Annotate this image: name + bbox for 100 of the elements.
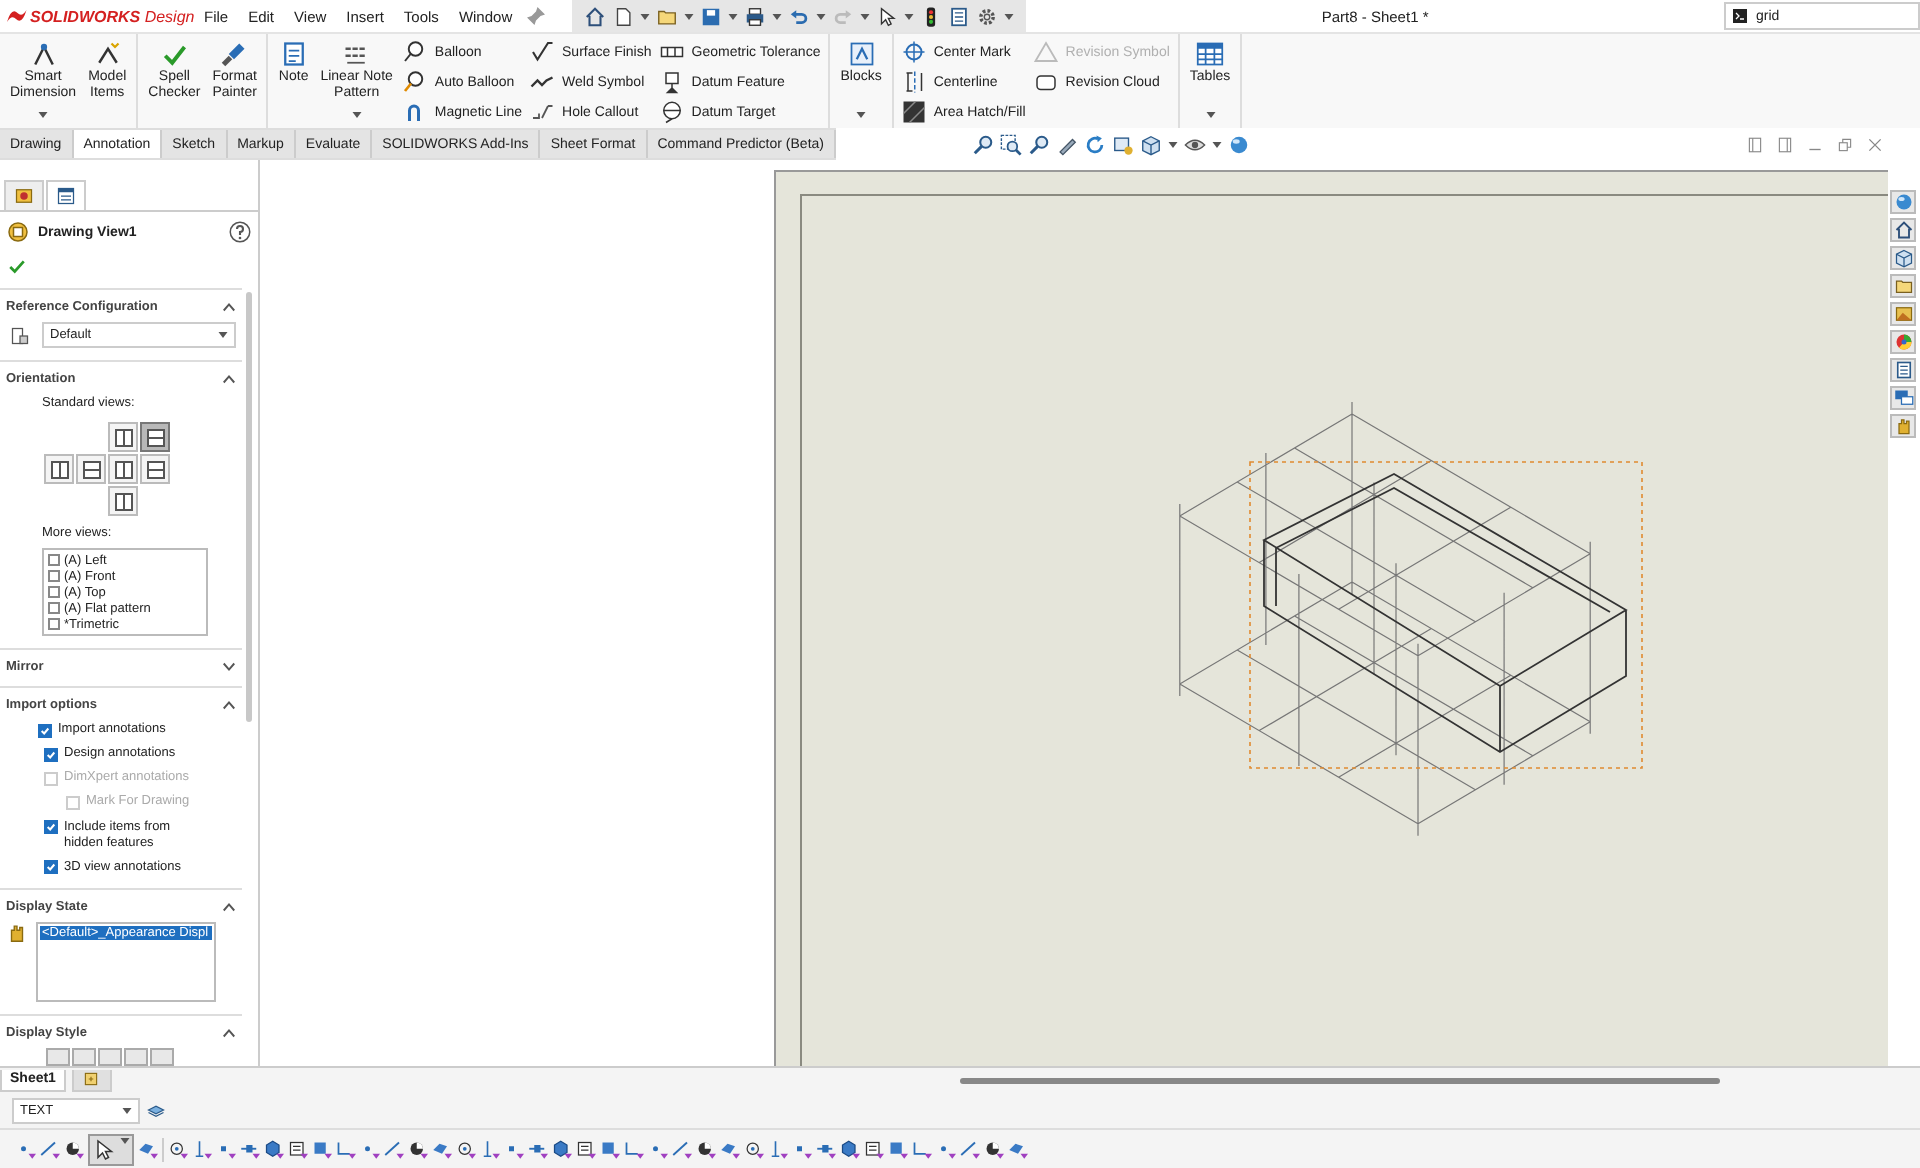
magnifier-icon[interactable] (1028, 133, 1050, 155)
undo-icon[interactable] (788, 5, 811, 27)
wheel-filter-icon[interactable] (984, 1139, 1004, 1159)
scrollbar[interactable] (246, 292, 252, 722)
task-pane-button[interactable] (1890, 330, 1916, 354)
connector-filter-icon[interactable] (816, 1139, 836, 1159)
caret-icon[interactable] (684, 13, 695, 19)
add-sheet-button[interactable] (71, 1069, 112, 1091)
panel-left-icon[interactable] (1746, 135, 1764, 153)
caret-icon[interactable] (728, 13, 739, 19)
axis-filter-icon[interactable] (480, 1139, 500, 1159)
caret-icon[interactable] (1205, 112, 1216, 118)
caret-icon[interactable] (772, 13, 783, 19)
target-filter-icon[interactable] (744, 1139, 764, 1159)
caret-icon[interactable] (640, 13, 651, 19)
task-pane-button[interactable] (1890, 358, 1916, 382)
pin-icon[interactable] (524, 4, 549, 28)
solid-filter-icon[interactable] (840, 1139, 860, 1159)
chevron-icon[interactable] (222, 302, 236, 312)
surface-filter-icon[interactable] (432, 1139, 452, 1159)
checkbox[interactable] (48, 570, 60, 582)
display-icon[interactable] (1112, 133, 1134, 155)
view-boundary[interactable] (1249, 461, 1643, 769)
cube-icon[interactable] (1140, 133, 1162, 155)
task-pane-button[interactable] (1890, 274, 1916, 298)
caret-icon[interactable] (904, 13, 915, 19)
edge-filter-icon[interactable] (384, 1139, 404, 1159)
checkbox[interactable] (48, 586, 60, 598)
scrollbar[interactable] (959, 1077, 1720, 1083)
home-icon[interactable] (584, 5, 607, 27)
panel-right-icon[interactable] (1776, 135, 1794, 153)
view-button[interactable] (108, 422, 138, 452)
wheel-filter-icon[interactable] (408, 1139, 428, 1159)
checkbox[interactable] (48, 602, 60, 614)
connector-filter-icon[interactable] (240, 1139, 260, 1159)
task-pane-button[interactable] (1890, 302, 1916, 326)
connector-filter-icon[interactable] (528, 1139, 548, 1159)
note-filter-icon[interactable] (288, 1139, 308, 1159)
wheel-filter-icon[interactable] (64, 1139, 84, 1159)
checkbox[interactable] (38, 723, 52, 737)
pencil-icon[interactable] (1056, 133, 1078, 155)
caret-icon[interactable] (120, 1137, 130, 1143)
close-icon[interactable] (1866, 135, 1884, 153)
note-filter-icon[interactable] (576, 1139, 596, 1159)
caret-icon[interactable] (856, 112, 867, 118)
view-button[interactable] (108, 454, 138, 484)
view-button[interactable] (44, 454, 74, 484)
view-button[interactable] (76, 454, 106, 484)
task-pane-button[interactable] (1890, 218, 1916, 242)
caret-icon[interactable] (1004, 13, 1015, 19)
task-pane-button[interactable] (1890, 190, 1916, 214)
view-button[interactable] (140, 422, 170, 452)
checkbox[interactable] (44, 747, 58, 762)
caret-icon[interactable] (1168, 141, 1178, 147)
axis-filter-icon[interactable] (768, 1139, 788, 1159)
view-button[interactable] (108, 486, 138, 516)
wheel-filter-icon[interactable] (696, 1139, 716, 1159)
chevron-icon[interactable] (222, 662, 236, 672)
help-icon[interactable] (228, 220, 252, 244)
settings-icon[interactable] (976, 5, 999, 27)
list-icon[interactable] (948, 5, 971, 27)
surface-filter-icon[interactable] (138, 1139, 158, 1159)
target-filter-icon[interactable] (456, 1139, 476, 1159)
view-button[interactable] (140, 454, 170, 484)
axis-filter-icon[interactable] (192, 1139, 212, 1159)
zoom-area-icon[interactable] (1000, 133, 1022, 155)
caret-icon[interactable] (351, 112, 362, 118)
sketch-filter-icon[interactable] (912, 1139, 932, 1159)
panel-tab[interactable] (46, 180, 86, 210)
restore-icon[interactable] (1836, 135, 1854, 153)
save-icon[interactable] (700, 5, 723, 27)
caret-icon[interactable] (218, 332, 228, 338)
solid-filter-icon[interactable] (264, 1139, 284, 1159)
layers-icon[interactable] (146, 1100, 166, 1120)
checkbox[interactable] (48, 554, 60, 566)
target-filter-icon[interactable] (168, 1139, 188, 1159)
folder-icon[interactable] (656, 5, 679, 27)
task-pane-button[interactable] (1890, 246, 1916, 270)
edge-filter-icon[interactable] (672, 1139, 692, 1159)
chevron-icon[interactable] (222, 374, 236, 384)
face-filter-icon[interactable] (600, 1139, 620, 1159)
solid-filter-icon[interactable] (552, 1139, 572, 1159)
sketch-filter-icon[interactable] (336, 1139, 356, 1159)
checkbox[interactable] (44, 860, 58, 875)
document-icon[interactable] (612, 5, 635, 27)
task-pane-button[interactable] (1890, 414, 1916, 438)
caret-icon[interactable] (816, 13, 827, 19)
checkbox[interactable] (44, 820, 58, 834)
sphere-icon[interactable] (1228, 133, 1250, 155)
printer-icon[interactable] (744, 5, 767, 27)
chevron-icon[interactable] (222, 700, 236, 710)
chevron-icon[interactable] (222, 901, 236, 912)
edge-filter-icon[interactable] (960, 1139, 980, 1159)
edge-filter-icon[interactable] (40, 1139, 60, 1159)
panel-tab[interactable] (4, 180, 44, 210)
caret-icon[interactable] (860, 13, 871, 19)
face-filter-icon[interactable] (888, 1139, 908, 1159)
rotate-icon[interactable] (1084, 133, 1106, 155)
note-filter-icon[interactable] (864, 1139, 884, 1159)
caret-icon[interactable] (122, 1107, 132, 1113)
